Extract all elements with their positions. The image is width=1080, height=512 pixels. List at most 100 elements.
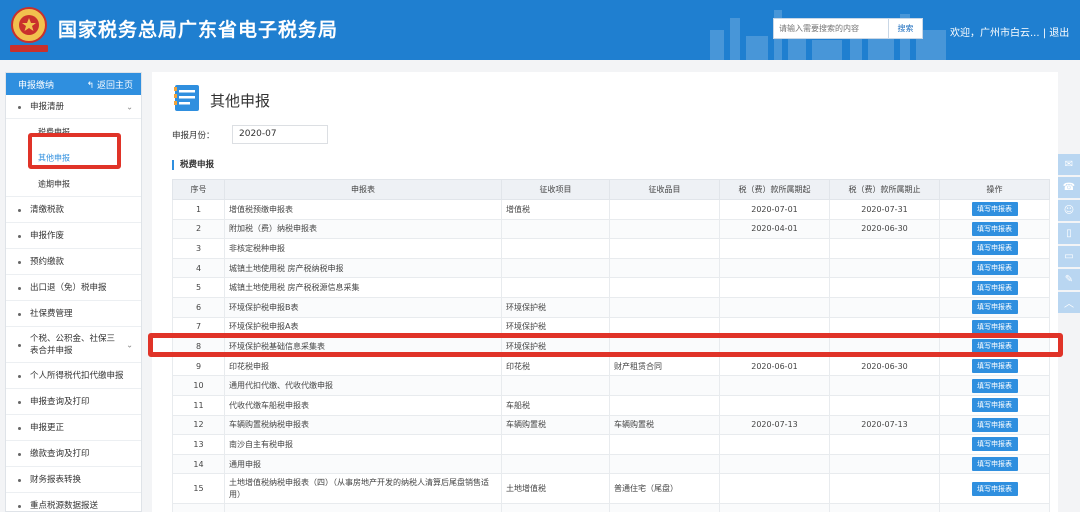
sidebar-item-payment-query[interactable]: 缴款查询及打印 — [6, 441, 141, 467]
form-name: 城镇土地使用税 房产税税源信息采集 — [224, 277, 502, 298]
tax-item — [501, 257, 610, 279]
float-toolbar: ✉ ☎ ☺ ▯ ▭ ✎ ︿ — [1058, 154, 1080, 315]
top-icon[interactable]: ︿ — [1058, 292, 1080, 313]
tax-subitem — [609, 434, 720, 455]
table-row: 3 非核定税种申报 填写申报表 — [172, 238, 1050, 259]
fill-form-button[interactable]: 填写申报表 — [971, 241, 1018, 256]
sidebar-item-iit-withholding[interactable]: 个人所得税代扣代缴申报 — [6, 363, 141, 389]
tablet-icon[interactable]: ▭ — [1058, 246, 1080, 267]
fill-form-button[interactable]: 填写申报表 — [971, 398, 1018, 413]
sidebar-item-void-declaration[interactable]: 申报作废 — [6, 223, 141, 249]
period-end — [829, 473, 940, 505]
sidebar-item-combined-declaration[interactable]: 个税、公积金、社保三表合并申报 ⌄ — [6, 327, 141, 363]
column-header: 征收品目 — [609, 179, 720, 200]
sidebar-item-declaration-list[interactable]: 申报清册 ⌄ — [6, 95, 141, 119]
period-start — [719, 473, 830, 505]
search-button[interactable]: 搜索 — [889, 18, 923, 39]
chat-icon[interactable]: ✉ — [1058, 154, 1080, 175]
period-end — [829, 375, 940, 396]
period-start — [719, 296, 830, 318]
period-start: 2020-07-13 — [719, 414, 830, 436]
period-start: 2020-04-01 — [719, 218, 830, 240]
fill-form-button[interactable]: 填写申报表 — [971, 300, 1018, 315]
tax-subitem — [609, 277, 720, 298]
fill-form-button[interactable]: 填写申报表 — [971, 319, 1018, 334]
row-number: 11 — [172, 394, 225, 416]
annotation-highlight-other-declaration — [28, 133, 121, 169]
sidebar-item-export-rebate[interactable]: 出口退（免）税申报 — [6, 275, 141, 301]
row-number: 10 — [172, 375, 225, 396]
tax-subitem: 财产租赁合同 — [609, 355, 720, 377]
fill-form-button[interactable]: 填写申报表 — [971, 378, 1018, 393]
search-input[interactable] — [773, 18, 889, 39]
operation-cell: 填写申报表 — [939, 277, 1050, 298]
table-row: 10 通用代扣代缴、代收代缴申报 填写申报表 — [172, 375, 1050, 396]
back-arrow-icon: ↰ — [86, 81, 95, 91]
fill-form-button[interactable]: 填写申报表 — [971, 359, 1018, 374]
row-number: 6 — [172, 296, 225, 318]
operation-cell: 填写申报表 — [939, 238, 1050, 259]
sidebar-item-settle-tax[interactable]: 清缴税款 — [6, 197, 141, 223]
tax-subitem — [609, 375, 720, 396]
phone-icon[interactable]: ▯ — [1058, 223, 1080, 244]
period-end — [829, 434, 940, 455]
home-link[interactable]: ↰ 返回主页 — [87, 78, 133, 91]
period-start — [719, 257, 830, 279]
operation-cell — [939, 503, 1050, 512]
tax-item — [501, 453, 610, 475]
row-number: 5 — [172, 277, 225, 298]
sidebar-item-key-tax-source[interactable]: 重点税源数据报送 — [6, 493, 141, 511]
tax-item — [501, 277, 610, 298]
period-end — [829, 296, 940, 318]
bullet-icon — [18, 208, 21, 212]
fill-form-button[interactable]: 填写申报表 — [971, 261, 1018, 276]
column-header: 序号 — [172, 179, 225, 200]
period-start — [719, 434, 830, 455]
tax-subitem — [609, 394, 720, 416]
table-row: 13 南沙自主有税申报 填写申报表 — [172, 434, 1050, 455]
period-input[interactable]: 2020-07 — [232, 125, 328, 144]
column-header: 操作 — [939, 179, 1050, 200]
period-start — [719, 277, 830, 298]
form-name: 非核定税种申报 — [224, 238, 502, 259]
period-end — [829, 238, 940, 259]
row-number: 1 — [172, 199, 225, 220]
fill-form-button[interactable]: 填写申报表 — [971, 457, 1018, 472]
edit-icon[interactable]: ✎ — [1058, 269, 1080, 290]
row-number — [172, 503, 225, 512]
cart-icon[interactable]: ☎ — [1058, 177, 1080, 198]
row-number: 13 — [172, 434, 225, 455]
row-number: 12 — [172, 414, 225, 436]
table-header-row: 序号 申报表 征收项目 征收品目 税（费）款所属期起 税（费）款所属期止 操作 — [172, 179, 1050, 200]
form-name: 南沙自主有税申报 — [224, 434, 502, 455]
bullet-icon — [18, 286, 21, 290]
table-row: 4 城镇土地使用税 房产税纳税申报 填写申报表 — [172, 257, 1050, 279]
bullet-icon — [18, 312, 21, 316]
bullet-icon — [18, 343, 21, 347]
tax-item — [501, 434, 610, 455]
bullet-icon — [18, 426, 21, 430]
period-end — [829, 503, 940, 512]
fill-form-button[interactable]: 填写申报表 — [971, 202, 1018, 217]
page-title: 其他申报 — [210, 92, 271, 110]
chevron-down-icon: ⌄ — [126, 340, 133, 349]
user-welcome-logout[interactable]: 欢迎，广州市白云... | 退出 — [950, 24, 1069, 39]
operation-cell: 填写申报表 — [939, 199, 1050, 220]
fill-form-button[interactable]: 填写申报表 — [971, 437, 1018, 452]
sidebar-item-scheduled-payment[interactable]: 预约缴款 — [6, 249, 141, 275]
tax-subitem — [609, 238, 720, 259]
form-name: 环境保护税申报B表 — [224, 296, 502, 318]
tax-subitem: 普通住宅（尾盘） — [609, 473, 720, 505]
sidebar-item-social-security[interactable]: 社保费管理 — [6, 301, 141, 327]
form-name: 通用申报 — [224, 453, 502, 475]
sidebar-item-query-print[interactable]: 申报查询及打印 — [6, 389, 141, 415]
group-icon[interactable]: ☺ — [1058, 200, 1080, 221]
sidebar-item-correction[interactable]: 申报更正 — [6, 415, 141, 441]
sidebar-item-report-convert[interactable]: 财务报表转换 — [6, 467, 141, 493]
operation-cell: 填写申报表 — [939, 453, 1050, 475]
fill-form-button[interactable]: 填写申报表 — [971, 481, 1018, 496]
sidebar-sub-overdue-declaration[interactable]: 逾期申报 — [6, 171, 141, 197]
fill-form-button[interactable]: 填写申报表 — [971, 417, 1018, 432]
fill-form-button[interactable]: 填写申报表 — [971, 221, 1018, 236]
fill-form-button[interactable]: 填写申报表 — [971, 280, 1018, 295]
